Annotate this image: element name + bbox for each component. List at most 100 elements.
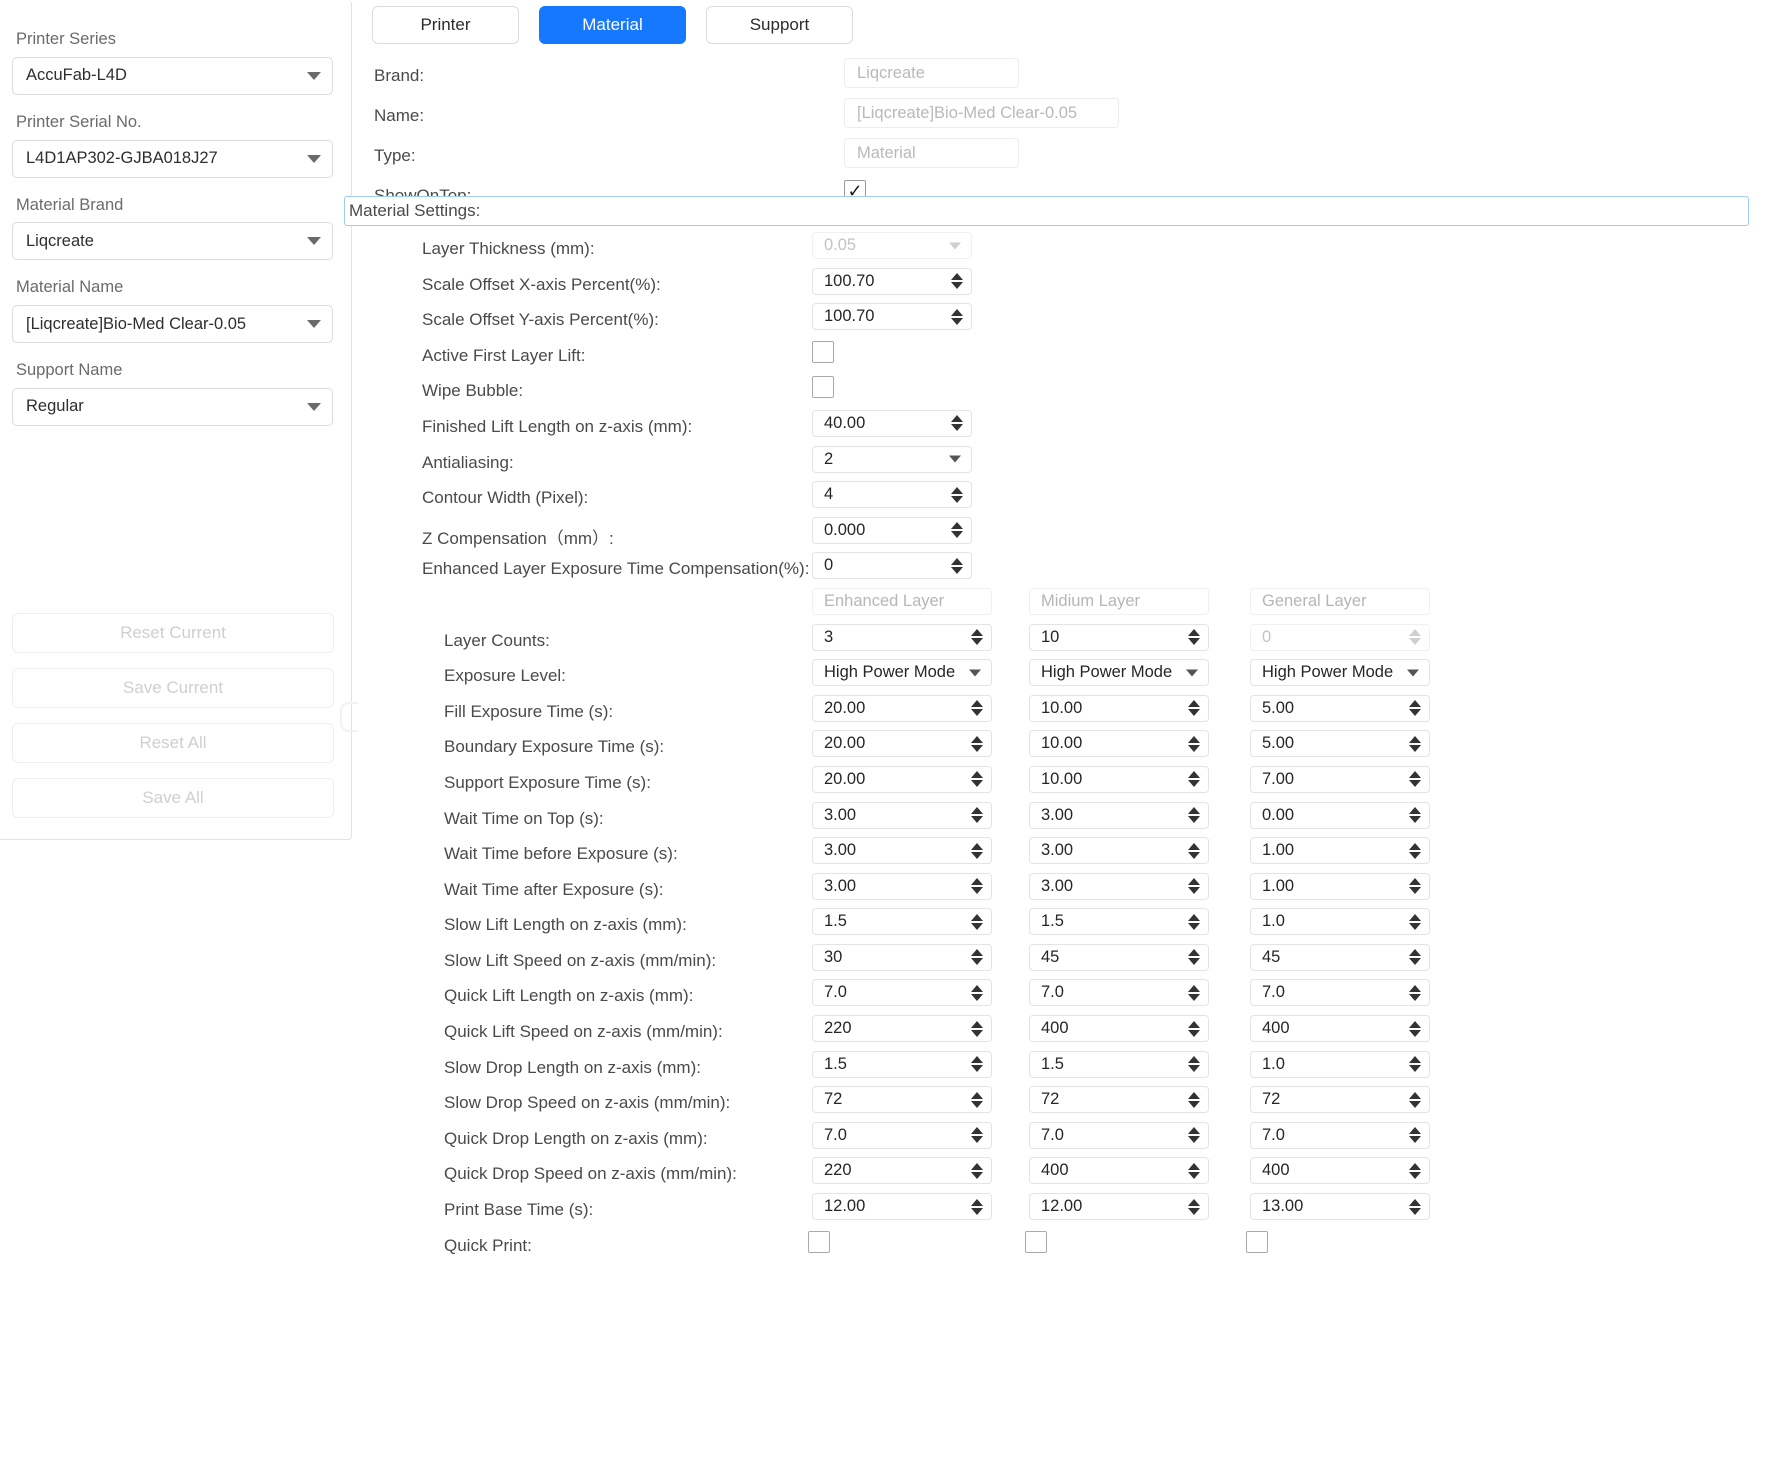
stepper-arrows-icon[interactable] xyxy=(1409,700,1421,717)
stepper-arrows-icon[interactable] xyxy=(1409,878,1421,895)
material-settings-section-header[interactable]: Material Settings: xyxy=(344,196,1749,226)
layer-dropdown-1-0[interactable]: High Power Mode xyxy=(812,659,992,687)
stepper-arrows-icon[interactable] xyxy=(951,308,963,325)
stepper-arrows-icon[interactable] xyxy=(1409,842,1421,859)
stepper-arrows-icon[interactable] xyxy=(1188,700,1200,717)
layer-spinner-5-2[interactable]: 0.00 xyxy=(1250,801,1430,829)
layer-spinner-13-2[interactable]: 72 xyxy=(1250,1086,1430,1114)
stepper-arrows-icon[interactable] xyxy=(971,1162,983,1179)
stepper-arrows-icon[interactable] xyxy=(1409,1020,1421,1037)
stepper-arrows-icon[interactable] xyxy=(951,486,963,503)
layer-spinner-5-0[interactable]: 3.00 xyxy=(812,801,992,829)
stepper-arrows-icon[interactable] xyxy=(971,949,983,966)
stepper-arrows-icon[interactable] xyxy=(1409,735,1421,752)
sidebar-button-save-current[interactable]: Save Current xyxy=(12,668,334,708)
stepper-arrows-icon[interactable] xyxy=(1188,771,1200,788)
layer-spinner-2-0[interactable]: 20.00 xyxy=(812,694,992,722)
layer-spinner-6-2[interactable]: 1.00 xyxy=(1250,837,1430,865)
layer-spinner-4-1[interactable]: 10.00 xyxy=(1029,765,1209,793)
stepper-arrows-icon[interactable] xyxy=(1409,1198,1421,1215)
stepper-arrows-icon[interactable] xyxy=(971,735,983,752)
layer-spinner-0-0[interactable]: 3 xyxy=(812,623,992,651)
layer-spinner-2-1[interactable]: 10.00 xyxy=(1029,694,1209,722)
layer-spinner-14-2[interactable]: 7.0 xyxy=(1250,1121,1430,1149)
layer-spinner-4-2[interactable]: 7.00 xyxy=(1250,765,1430,793)
stepper-arrows-icon[interactable] xyxy=(971,1056,983,1073)
stepper-arrows-icon[interactable] xyxy=(951,557,963,574)
stepper-arrows-icon[interactable] xyxy=(1188,735,1200,752)
stepper-arrows-icon[interactable] xyxy=(1409,629,1421,646)
layer-spinner-15-1[interactable]: 400 xyxy=(1029,1157,1209,1185)
layer-spinner-9-0[interactable]: 30 xyxy=(812,943,992,971)
sidebar-select-0[interactable]: AccuFab-L4D xyxy=(12,56,333,95)
layer-spinner-5-1[interactable]: 3.00 xyxy=(1029,801,1209,829)
layer-spinner-10-2[interactable]: 7.0 xyxy=(1250,979,1430,1007)
stepper-arrows-icon[interactable] xyxy=(971,807,983,823)
sidebar-button-reset-all[interactable]: Reset All xyxy=(12,723,334,763)
layer-spinner-7-0[interactable]: 3.00 xyxy=(812,872,992,900)
layer-spinner-16-2[interactable]: 13.00 xyxy=(1250,1193,1430,1221)
stepper-arrows-icon[interactable] xyxy=(971,629,983,646)
stepper-arrows-icon[interactable] xyxy=(1188,984,1200,1001)
layer-spinner-3-1[interactable]: 10.00 xyxy=(1029,730,1209,758)
setting-spinner-1[interactable]: 100.70 xyxy=(812,267,972,295)
layer-spinner-12-2[interactable]: 1.0 xyxy=(1250,1050,1430,1078)
layer-spinner-9-2[interactable]: 45 xyxy=(1250,943,1430,971)
stepper-arrows-icon[interactable] xyxy=(1409,1056,1421,1073)
stepper-arrows-icon[interactable] xyxy=(1188,1127,1200,1144)
stepper-arrows-icon[interactable] xyxy=(971,1020,983,1037)
sidebar-select-3[interactable]: [Liqcreate]Bio-Med Clear-0.05 xyxy=(12,305,333,344)
stepper-arrows-icon[interactable] xyxy=(971,1198,983,1215)
setting-spinner-5[interactable]: 40.00 xyxy=(812,409,972,437)
stepper-arrows-icon[interactable] xyxy=(971,842,983,859)
stepper-arrows-icon[interactable] xyxy=(1188,1198,1200,1215)
tab-material[interactable]: Material xyxy=(539,6,686,44)
stepper-arrows-icon[interactable] xyxy=(1409,949,1421,966)
layer-spinner-8-0[interactable]: 1.5 xyxy=(812,908,992,936)
layer-spinner-0-1[interactable]: 10 xyxy=(1029,623,1209,651)
stepper-arrows-icon[interactable] xyxy=(1409,771,1421,788)
layer-spinner-9-1[interactable]: 45 xyxy=(1029,943,1209,971)
layer-spinner-7-2[interactable]: 1.00 xyxy=(1250,872,1430,900)
setting-spinner-8[interactable]: 0.000 xyxy=(812,516,972,544)
layer-spinner-8-1[interactable]: 1.5 xyxy=(1029,908,1209,936)
stepper-arrows-icon[interactable] xyxy=(951,273,963,290)
stepper-arrows-icon[interactable] xyxy=(1188,1056,1200,1073)
stepper-arrows-icon[interactable] xyxy=(1188,842,1200,859)
stepper-arrows-icon[interactable] xyxy=(1188,949,1200,966)
layer-dropdown-1-2[interactable]: High Power Mode xyxy=(1250,659,1430,687)
layer-spinner-10-1[interactable]: 7.0 xyxy=(1029,979,1209,1007)
stepper-arrows-icon[interactable] xyxy=(951,415,963,432)
stepper-arrows-icon[interactable] xyxy=(971,913,983,930)
stepper-arrows-icon[interactable] xyxy=(1188,878,1200,895)
stepper-arrows-icon[interactable] xyxy=(1188,913,1200,930)
stepper-arrows-icon[interactable] xyxy=(1188,807,1200,823)
tab-support[interactable]: Support xyxy=(706,6,853,44)
stepper-arrows-icon[interactable] xyxy=(1188,629,1200,646)
sidebar-button-reset-current[interactable]: Reset Current xyxy=(12,613,334,653)
setting-spinner-7[interactable]: 4 xyxy=(812,481,972,509)
layer-spinner-12-1[interactable]: 1.5 xyxy=(1029,1050,1209,1078)
setting-spinner-2[interactable]: 100.70 xyxy=(812,303,972,331)
layer-spinner-2-2[interactable]: 5.00 xyxy=(1250,694,1430,722)
setting-checkbox-3[interactable] xyxy=(812,340,834,363)
stepper-arrows-icon[interactable] xyxy=(971,878,983,895)
layer-spinner-13-1[interactable]: 72 xyxy=(1029,1086,1209,1114)
layer-spinner-0-2[interactable]: 0 xyxy=(1250,623,1430,651)
layer-spinner-11-1[interactable]: 400 xyxy=(1029,1015,1209,1043)
layer-spinner-8-2[interactable]: 1.0 xyxy=(1250,908,1430,936)
stepper-arrows-icon[interactable] xyxy=(971,1091,983,1108)
layer-spinner-6-0[interactable]: 3.00 xyxy=(812,837,992,865)
layer-spinner-12-0[interactable]: 1.5 xyxy=(812,1050,992,1078)
layer-spinner-14-1[interactable]: 7.0 xyxy=(1029,1121,1209,1149)
stepper-arrows-icon[interactable] xyxy=(1188,1162,1200,1179)
stepper-arrows-icon[interactable] xyxy=(971,984,983,1001)
stepper-arrows-icon[interactable] xyxy=(971,700,983,717)
stepper-arrows-icon[interactable] xyxy=(971,771,983,788)
layer-spinner-13-0[interactable]: 72 xyxy=(812,1086,992,1114)
stepper-arrows-icon[interactable] xyxy=(951,522,963,539)
stepper-arrows-icon[interactable] xyxy=(1188,1020,1200,1037)
stepper-arrows-icon[interactable] xyxy=(1409,807,1421,823)
sidebar-button-save-all[interactable]: Save All xyxy=(12,778,334,818)
layer-dropdown-1-1[interactable]: High Power Mode xyxy=(1029,659,1209,687)
